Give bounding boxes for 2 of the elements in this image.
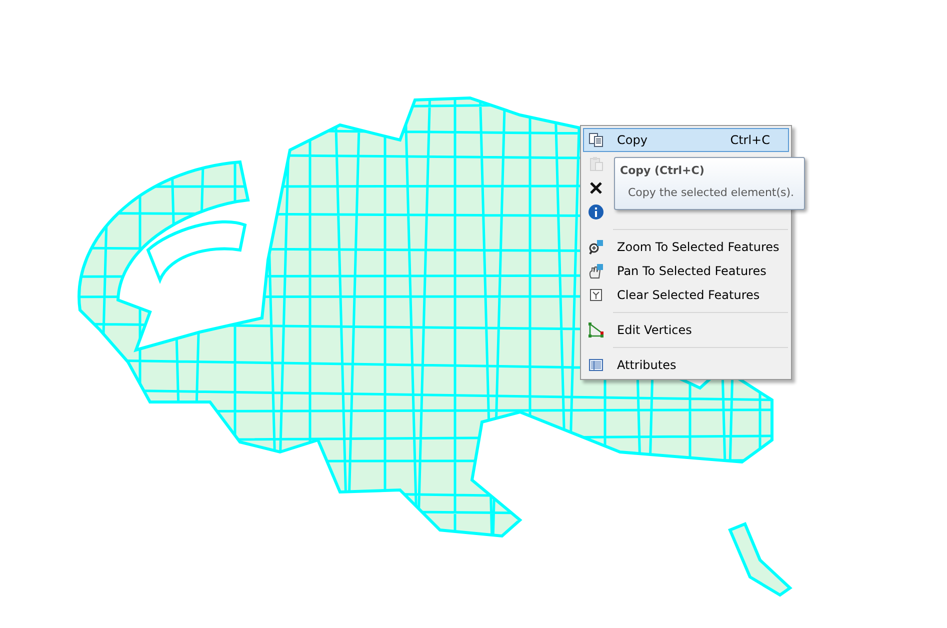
tooltip-title: Copy (Ctrl+C) bbox=[620, 164, 706, 178]
tooltip-text: Copy the selected element(s). bbox=[628, 186, 794, 200]
